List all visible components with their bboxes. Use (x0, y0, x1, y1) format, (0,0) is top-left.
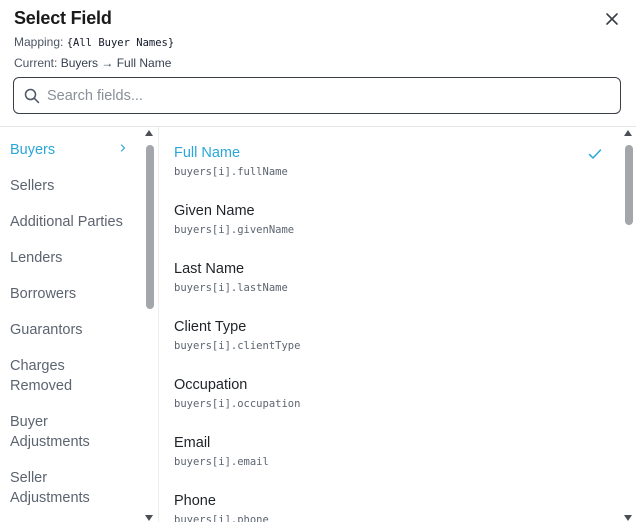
category-item-borrowers[interactable]: Borrowers (10, 284, 134, 304)
current-value: Buyers → Full Name (60, 56, 172, 70)
category-scroll-up-arrow[interactable] (145, 130, 153, 136)
category-item-additional-parties[interactable]: Additional Parties (10, 212, 134, 232)
mapping-line: Mapping: {All Buyer Names} (14, 35, 174, 49)
field-item-full-name[interactable]: Full Name buyers[i].fullName (174, 143, 614, 195)
category-label: Charges Removed (10, 358, 73, 394)
category-item-lenders[interactable]: Lenders (10, 248, 134, 268)
category-item-buyer-adjustments[interactable]: Buyer Adjustments (10, 412, 110, 452)
category-item-guarantors[interactable]: Guarantors (10, 320, 134, 340)
category-label: Buyer Adjustments (10, 414, 90, 450)
category-label: Lenders (10, 250, 63, 266)
field-path: buyers[i].email (174, 456, 269, 468)
field-path: buyers[i].fullName (174, 166, 288, 178)
current-line: Current: Buyers → Full Name (14, 56, 171, 70)
field-scroll-up-arrow[interactable] (624, 130, 632, 136)
category-label: Additional Parties (10, 214, 123, 230)
field-item-client-type[interactable]: Client Type buyers[i].clientType (174, 317, 614, 369)
field-item-last-name[interactable]: Last Name buyers[i].lastName (174, 259, 614, 311)
category-item-seller-adjustments[interactable]: Seller Adjustments (10, 468, 110, 508)
category-scrollbar-thumb[interactable] (146, 145, 154, 309)
chevron-right-icon (120, 144, 126, 152)
current-label: Current: (14, 56, 58, 70)
field-item-occupation[interactable]: Occupation buyers[i].occupation (174, 375, 614, 427)
field-label: Client Type (174, 319, 247, 335)
field-item-given-name[interactable]: Given Name buyers[i].givenName (174, 201, 614, 253)
category-label: Sellers (10, 178, 55, 194)
field-item-phone[interactable]: Phone buyers[i].phone (174, 491, 614, 522)
field-path: buyers[i].givenName (174, 224, 295, 236)
category-label: Guarantors (10, 322, 83, 338)
dialog-title: Select Field (14, 8, 112, 28)
mapping-label: Mapping: (14, 35, 64, 49)
category-label: Buyers (10, 142, 56, 158)
field-path: buyers[i].phone (174, 514, 269, 522)
category-item-sellers[interactable]: Sellers (10, 176, 134, 196)
category-label: Seller Adjustments (10, 470, 90, 506)
category-label: Borrowers (10, 286, 77, 302)
dialog-header: Select Field Mapping: {All Buyer Names} … (0, 0, 636, 126)
field-label: Occupation (174, 377, 248, 393)
field-label: Full Name (174, 145, 241, 161)
search-icon (24, 88, 40, 104)
field-label: Last Name (174, 261, 245, 277)
field-label: Given Name (174, 203, 255, 219)
search-box[interactable] (13, 77, 621, 114)
field-list: Full Name buyers[i].fullName Given Name … (159, 127, 622, 522)
field-path: buyers[i].occupation (174, 398, 301, 410)
category-scroll-down-arrow[interactable] (145, 515, 153, 521)
category-item-buyers[interactable]: Buyers (10, 140, 134, 160)
check-icon (588, 149, 602, 159)
close-icon (606, 13, 618, 25)
field-path: buyers[i].clientType (174, 340, 301, 352)
field-path: buyers[i].lastName (174, 282, 288, 294)
field-scrollbar-thumb[interactable] (625, 145, 633, 225)
close-button[interactable] (602, 9, 622, 29)
field-scroll-down-arrow[interactable] (624, 515, 632, 521)
mapping-value: {All Buyer Names} (66, 37, 175, 49)
field-item-email[interactable]: Email buyers[i].email (174, 433, 614, 485)
search-input[interactable] (47, 85, 607, 107)
category-item-charges-removed[interactable]: Charges Removed (10, 356, 110, 396)
field-label: Email (174, 435, 211, 451)
category-list: Buyers Sellers Additional Parties Lender… (0, 127, 158, 522)
field-label: Phone (174, 493, 216, 509)
